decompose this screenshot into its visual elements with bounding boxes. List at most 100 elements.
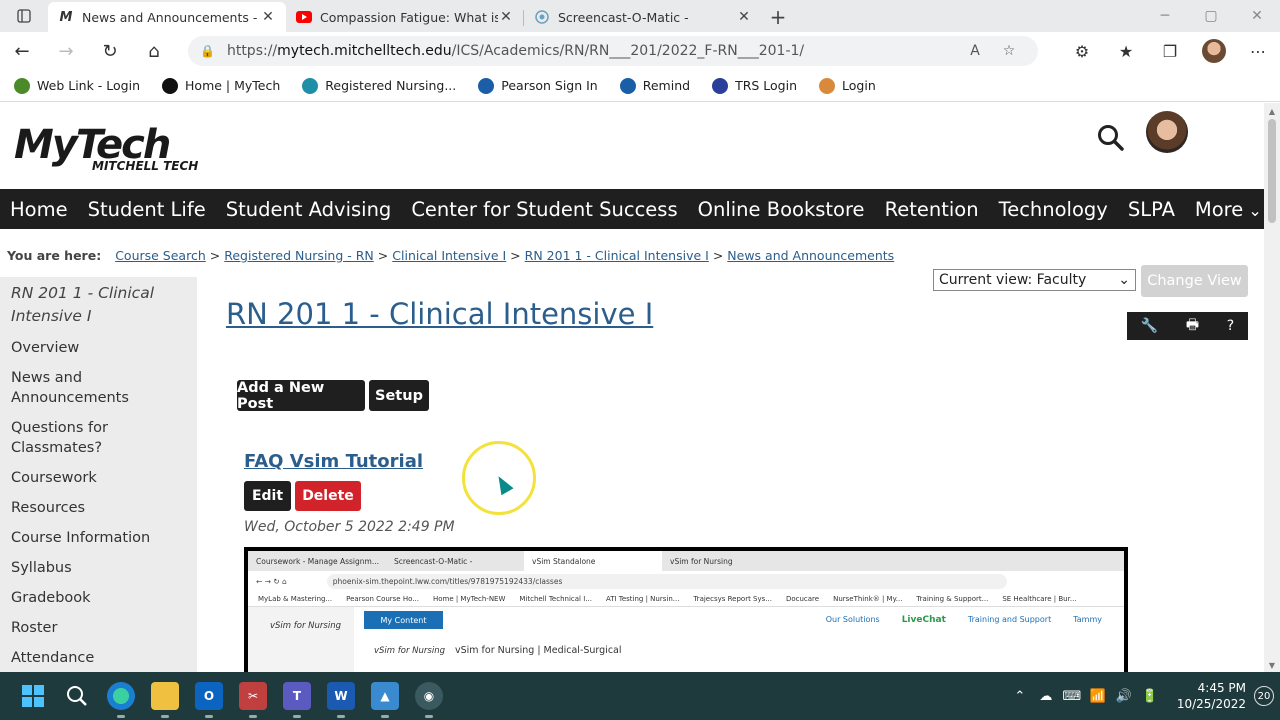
mytech-logo[interactable]: MyTech MITCHELL TECH [14, 125, 204, 177]
screencast-app-icon[interactable]: ◉ [415, 682, 443, 718]
close-icon[interactable]: ✕ [736, 9, 752, 25]
edge-icon[interactable] [107, 682, 135, 718]
keyboard-icon[interactable]: ⌨ [1059, 689, 1085, 704]
bookmark-label: Login [842, 78, 876, 93]
wifi-icon[interactable]: 📶 [1085, 689, 1111, 704]
chevron-up-icon[interactable]: ⌃ [1007, 689, 1033, 704]
scroll-down-icon[interactable]: ▼ [1264, 661, 1280, 670]
delete-button[interactable]: Delete [295, 481, 361, 511]
address-bar[interactable]: 🔒 https://mytech.mitchelltech.edu/ICS/Ac… [188, 36, 1038, 66]
sidebar-item-attendance[interactable]: Attendance [0, 648, 197, 668]
nav-item-slpa[interactable]: SLPA [1118, 198, 1185, 221]
photos-icon[interactable]: ▲ [371, 682, 399, 718]
settings-more-icon[interactable]: ⋯ [1236, 42, 1280, 61]
sidebar-item-roster[interactable]: Roster [0, 618, 197, 638]
bookmark-item[interactable]: Registered Nursing... [296, 77, 456, 94]
file-explorer-icon[interactable] [151, 682, 179, 718]
breadcrumb-link[interactable]: Registered Nursing - RN [224, 248, 374, 263]
tab-screencast[interactable]: Screencast-O-Matic - ✕ [524, 2, 762, 32]
breadcrumb-link[interactable]: RN 201 1 - Clinical Intensive I [525, 248, 709, 263]
scrollbar-thumb[interactable] [1268, 119, 1276, 223]
collections-icon[interactable]: ❐ [1148, 42, 1192, 61]
search-icon[interactable] [63, 682, 91, 710]
tab-actions-icon[interactable] [0, 0, 48, 32]
bookmark-item[interactable]: Web Link - Login [8, 77, 140, 94]
favorites-icon[interactable]: ★ [1104, 42, 1148, 61]
post-title[interactable]: FAQ Vsim Tutorial [244, 451, 423, 472]
sidebar-item-gradebook[interactable]: Gradebook [0, 588, 197, 608]
lock-icon[interactable]: 🔒 [200, 44, 215, 58]
bookmark-item[interactable]: Home | MyTech [156, 77, 280, 94]
volume-icon[interactable]: 🔊 [1111, 689, 1137, 704]
bookmark-item[interactable]: Pearson Sign In [472, 77, 598, 94]
user-avatar[interactable] [1146, 111, 1188, 153]
wrench-icon[interactable]: 🔧 [1141, 318, 1158, 334]
new-tab-icon[interactable]: + [762, 2, 794, 32]
outlook-icon[interactable]: O [195, 682, 223, 718]
current-view-select[interactable]: Current view: Faculty ⌄ [933, 269, 1136, 291]
snipping-tool-icon[interactable]: ✂ [239, 682, 267, 718]
web-page: MyTech MITCHELL TECH Home Student Life Stu… [0, 103, 1264, 672]
onedrive-icon[interactable]: ☁ [1033, 689, 1059, 704]
page-title[interactable]: RN 201 1 - Clinical Intensive I [226, 297, 653, 331]
close-icon[interactable]: ✕ [498, 9, 514, 25]
breadcrumb-link[interactable]: Course Search [115, 248, 206, 263]
help-icon[interactable]: ? [1227, 318, 1234, 334]
bookmark-item[interactable]: Login [813, 77, 876, 94]
battery-icon[interactable]: 🔋 [1137, 689, 1163, 704]
nav-item-student-life[interactable]: Student Life [78, 198, 216, 221]
sidebar-item-syllabus[interactable]: Syllabus [0, 558, 197, 578]
breadcrumb-separator: > [377, 248, 389, 263]
search-icon[interactable] [1096, 123, 1126, 153]
teams-icon[interactable]: T [283, 682, 311, 718]
maximize-icon[interactable]: ▢ [1188, 0, 1234, 32]
notifications-badge[interactable]: 20 [1254, 686, 1274, 706]
close-icon[interactable]: ✕ [260, 9, 276, 25]
back-icon[interactable]: ← [0, 32, 44, 70]
window-controls: ─ ▢ ✕ [1142, 0, 1280, 32]
url-prefix: https:// [226, 43, 278, 59]
nav-item-online-bookstore[interactable]: Online Bookstore [688, 198, 875, 221]
scroll-up-icon[interactable]: ▲ [1264, 107, 1280, 116]
sidebar-item-news-and-announcements[interactable]: News and Announcements [0, 368, 197, 408]
breadcrumb-link[interactable]: Clinical Intensive I [392, 248, 506, 263]
nav-item-technology[interactable]: Technology [989, 198, 1118, 221]
nav-item-center-for-student-success[interactable]: Center for Student Success [401, 198, 687, 221]
read-aloud-icon[interactable]: A [958, 43, 992, 59]
bookmark-item[interactable]: Remind [614, 77, 690, 94]
breadcrumb-separator: > [510, 248, 521, 263]
nav-item-more[interactable]: More [1185, 198, 1264, 221]
embed-bookmark: NurseThink® | My... [833, 594, 903, 603]
page-scrollbar[interactable]: ▲ ▼ [1264, 103, 1280, 672]
sidebar-item-overview[interactable]: Overview [0, 338, 197, 358]
url-text[interactable]: https://mytech.mitchelltech.edu/ICS/Acad… [227, 43, 958, 59]
edit-button[interactable]: Edit [244, 481, 291, 511]
window-close-icon[interactable]: ✕ [1234, 0, 1280, 32]
embed-bookmark: MyLab & Mastering... [258, 594, 333, 603]
nav-item-home[interactable]: Home [0, 198, 78, 221]
add-new-post-button[interactable]: Add a New Post [237, 380, 365, 412]
tab-news-announcements[interactable]: M News and Announcements - MyTech ✕ [48, 2, 286, 32]
print-icon[interactable]: 🖶 [1186, 314, 1199, 338]
tab-compassion-fatigue[interactable]: Compassion Fatigue: What is it and ✕ [286, 2, 524, 32]
sidebar-item-coursework[interactable]: Coursework [0, 468, 197, 488]
profile-avatar[interactable] [1202, 39, 1226, 63]
setup-button[interactable]: Setup [369, 380, 429, 411]
sidebar-item-resources[interactable]: Resources [0, 498, 197, 518]
nav-item-student-advising[interactable]: Student Advising [216, 198, 402, 221]
refresh-icon[interactable]: ↻ [88, 32, 132, 70]
sidebar-item-course-information[interactable]: Course Information [0, 528, 197, 548]
extensions-icon[interactable]: ⚙ [1060, 42, 1104, 61]
forward-icon[interactable]: → [44, 32, 88, 70]
minimize-icon[interactable]: ─ [1142, 0, 1188, 32]
word-icon[interactable]: W [327, 682, 355, 718]
clock[interactable]: 4:45 PM 10/25/2022 [1177, 680, 1246, 712]
change-view-button[interactable]: Change View [1141, 265, 1248, 297]
sidebar-item-questions-for-classmates-[interactable]: Questions for Classmates? [0, 418, 197, 458]
add-favorite-icon[interactable]: ☆ [992, 43, 1026, 59]
breadcrumb-link[interactable]: News and Announcements [727, 248, 894, 263]
nav-item-retention[interactable]: Retention [875, 198, 989, 221]
windows-start-icon[interactable] [19, 682, 47, 710]
home-icon[interactable]: ⌂ [132, 32, 176, 70]
bookmark-item[interactable]: TRS Login [706, 77, 797, 94]
